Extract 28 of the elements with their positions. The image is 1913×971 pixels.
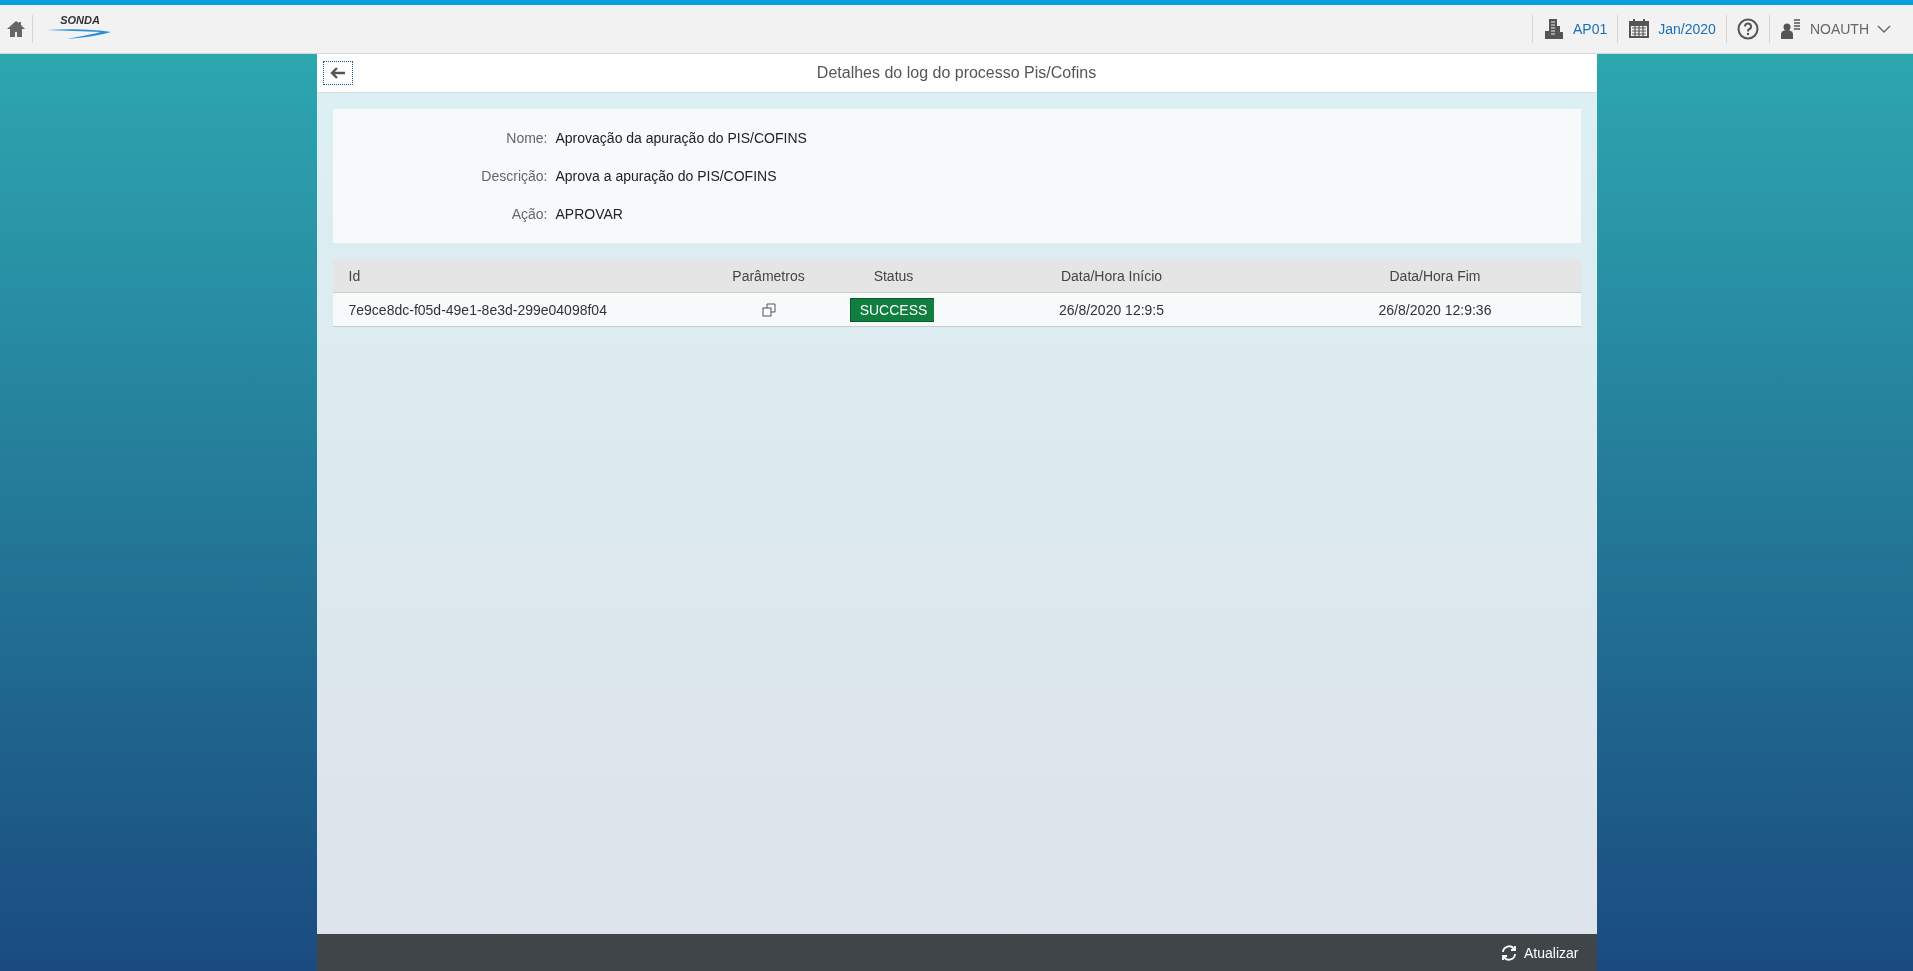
table-cell: 26/8/2020 12:9:5 xyxy=(933,293,1290,327)
refresh-icon xyxy=(1500,944,1519,961)
building-icon xyxy=(1543,18,1565,40)
table-cell: 26/8/2020 12:9:36 xyxy=(1289,293,1581,327)
copy-icon[interactable] xyxy=(761,302,776,317)
period-selector[interactable]: Jan/2020 xyxy=(1618,5,1726,53)
refresh-button[interactable]: Atualizar xyxy=(1494,943,1585,962)
column-header: Data/Hora Início xyxy=(933,259,1290,293)
chevron-down-icon xyxy=(1877,25,1891,33)
field-value: APROVAR xyxy=(554,205,624,224)
column-header: Id xyxy=(332,259,684,293)
column-header: Status xyxy=(853,259,934,293)
arrow-left-icon xyxy=(329,67,346,79)
calendar-icon xyxy=(1628,18,1651,40)
user-icon xyxy=(1779,18,1802,40)
field-label: Ação: xyxy=(510,205,548,224)
column-header: Data/Hora Fim xyxy=(1289,259,1581,293)
back-button[interactable] xyxy=(322,61,353,85)
column-header: Parâmetros xyxy=(683,259,854,293)
company-logo: SONDA xyxy=(45,14,115,44)
user-menu[interactable]: NOAUTH xyxy=(1769,5,1913,53)
page-title: Detalhes do log do processo Pis/Cofins xyxy=(815,64,1098,82)
field-label: Nome: xyxy=(505,129,548,148)
company-selector[interactable]: AP01 xyxy=(1533,5,1618,53)
table-cell: 7e9ce8dc-f05d-49e1-8e3d-299e04098f04 xyxy=(332,293,684,327)
field-label: Descrição: xyxy=(480,167,548,186)
field-value: Aprovação da apuração do PIS/COFINS xyxy=(554,129,808,148)
field-value: Aprova a apuração do PIS/COFINS xyxy=(554,167,778,186)
